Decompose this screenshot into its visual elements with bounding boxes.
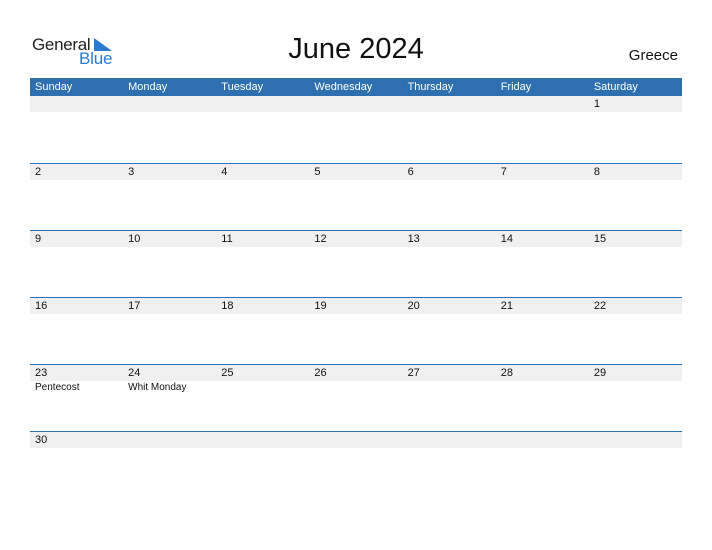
day-number: 13 bbox=[407, 233, 420, 245]
day-number: 5 bbox=[314, 166, 321, 178]
day-number: 16 bbox=[35, 300, 48, 312]
week-row: 1 bbox=[30, 96, 682, 163]
day-number: 10 bbox=[128, 233, 141, 245]
day-number bbox=[216, 96, 309, 112]
day-number: 7 bbox=[500, 166, 507, 178]
day-number: 18 bbox=[221, 300, 234, 312]
calendar-grid: Sunday Monday Tuesday Wednesday Thursday… bbox=[30, 78, 682, 498]
day-number: 15 bbox=[593, 233, 607, 245]
day-number bbox=[403, 96, 496, 112]
date-strip: 23 24 25 26 27 28 29 bbox=[30, 365, 682, 381]
day-number: 3 bbox=[128, 166, 135, 178]
week-row: 23 24 25 26 27 28 29 Pentecost Whit Monday bbox=[30, 364, 682, 431]
weekday-tuesday: Tuesday bbox=[221, 81, 264, 93]
day-number: 11 bbox=[221, 233, 233, 245]
weeks-container: 1 2 3 4 5 6 7 8 9 10 11 12 13 14 15 16 17 18 19 20 21 22 23 24 2… bbox=[30, 96, 682, 498]
day-number: 21 bbox=[500, 300, 513, 312]
day-number: 2 bbox=[35, 166, 42, 178]
day-number bbox=[123, 96, 216, 112]
holiday-label bbox=[496, 381, 589, 395]
day-number: 28 bbox=[500, 367, 513, 379]
day-number: 8 bbox=[593, 166, 600, 178]
country-label: Greece bbox=[628, 47, 678, 64]
week-row: 16 17 18 19 20 21 22 bbox=[30, 297, 682, 364]
week-row: 2 3 4 5 6 7 8 bbox=[30, 163, 682, 230]
day-number: 30 bbox=[35, 434, 48, 446]
holiday-label bbox=[309, 381, 402, 395]
date-strip: 30 bbox=[30, 432, 682, 448]
date-strip: 9 10 11 12 13 14 15 bbox=[30, 231, 682, 247]
holiday-label bbox=[403, 381, 496, 395]
day-number: 25 bbox=[221, 367, 234, 379]
holiday-label: Whit Monday bbox=[128, 382, 187, 393]
weekday-sunday: Sunday bbox=[35, 81, 73, 93]
day-number: 9 bbox=[35, 233, 42, 245]
day-number: 14 bbox=[500, 233, 513, 245]
day-number: 1 bbox=[593, 98, 600, 110]
day-number bbox=[403, 432, 496, 448]
day-number: 20 bbox=[407, 300, 420, 312]
day-number bbox=[30, 96, 123, 112]
date-strip: 16 17 18 19 20 21 22 bbox=[30, 298, 682, 314]
weekday-header: Sunday Monday Tuesday Wednesday Thursday… bbox=[30, 78, 682, 96]
day-number: 26 bbox=[314, 367, 327, 379]
day-number: 12 bbox=[314, 233, 327, 245]
day-number: 4 bbox=[221, 166, 228, 178]
weekday-thursday: Thursday bbox=[407, 81, 454, 93]
day-number: 27 bbox=[407, 367, 420, 379]
day-number bbox=[216, 432, 309, 448]
holiday-label bbox=[589, 381, 682, 395]
day-number bbox=[309, 432, 402, 448]
week-row: 30 bbox=[30, 431, 682, 498]
day-number: 23 bbox=[35, 367, 48, 379]
weekday-monday: Monday bbox=[128, 81, 168, 93]
day-number: 22 bbox=[593, 300, 607, 312]
week-row: 9 10 11 12 13 14 15 bbox=[30, 230, 682, 297]
weekday-friday: Friday bbox=[500, 81, 532, 93]
day-number: 6 bbox=[407, 166, 414, 178]
events-row: Pentecost Whit Monday bbox=[30, 381, 682, 395]
day-number bbox=[589, 432, 682, 448]
day-number bbox=[496, 96, 589, 112]
holiday-label: Pentecost bbox=[35, 382, 80, 393]
day-number bbox=[496, 432, 589, 448]
day-number bbox=[123, 432, 216, 448]
day-number: 29 bbox=[593, 367, 607, 379]
holiday-label bbox=[216, 381, 309, 395]
day-number: 24 bbox=[128, 367, 141, 379]
calendar-title: June 2024 bbox=[288, 33, 424, 65]
weekday-wednesday: Wednesday bbox=[314, 81, 373, 93]
day-number: 17 bbox=[128, 300, 141, 312]
weekday-saturday: Saturday bbox=[593, 81, 638, 93]
day-number: 19 bbox=[314, 300, 327, 312]
date-strip: 2 3 4 5 6 7 8 bbox=[30, 164, 682, 180]
date-strip: 1 bbox=[30, 96, 682, 112]
day-number bbox=[309, 96, 402, 112]
